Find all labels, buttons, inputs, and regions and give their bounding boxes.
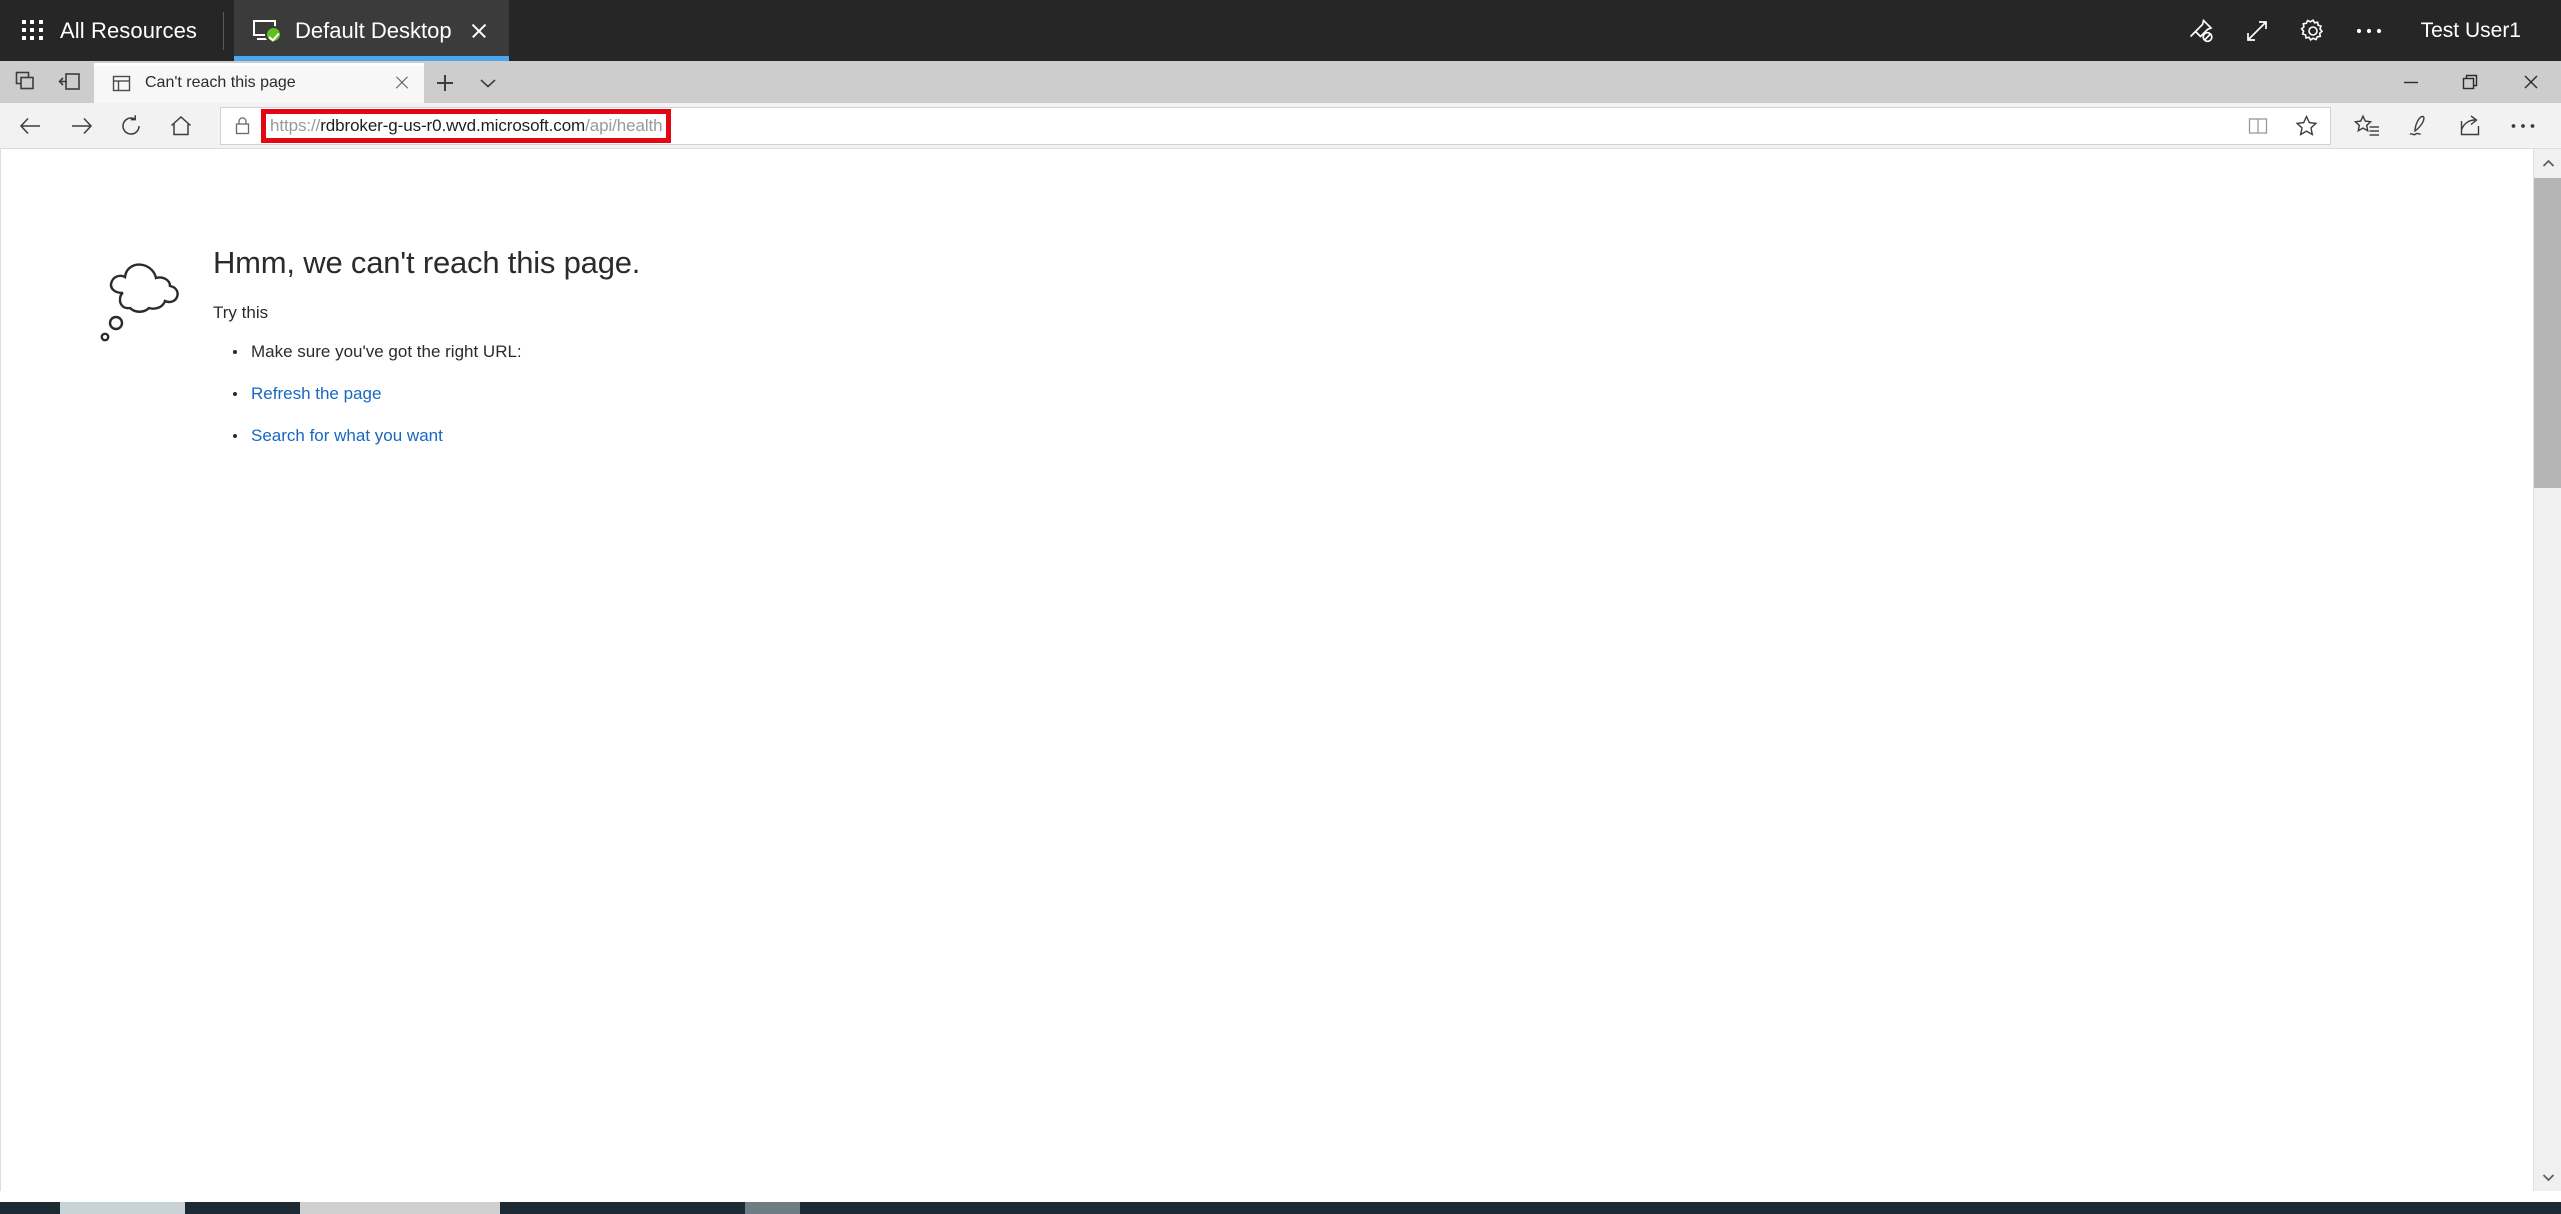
taskbar-segment — [745, 1202, 800, 1214]
back-button[interactable] — [6, 105, 56, 147]
titlebar-spacer — [509, 0, 2173, 61]
error-page: Hmm, we can't reach this page. Try this … — [1, 149, 2561, 467]
remote-taskbar-sliver — [0, 1202, 2561, 1214]
list-item: Make sure you've got the right URL: — [233, 341, 640, 363]
scrollbar-thumb[interactable] — [2534, 178, 2561, 488]
gear-icon[interactable] — [2285, 0, 2341, 61]
chevron-down-icon[interactable] — [466, 63, 510, 103]
new-tab-button[interactable] — [424, 63, 466, 103]
all-resources-button[interactable]: All Resources — [0, 0, 223, 61]
tabs-set-aside-icon[interactable] — [50, 64, 90, 100]
restore-button[interactable] — [2441, 61, 2501, 103]
rdp-titlebar-actions: Test User1 — [2173, 0, 2561, 61]
browser-tab-close-icon[interactable] — [386, 67, 418, 99]
suggestion-text: Make sure you've got the right URL: — [251, 342, 522, 361]
share-icon[interactable] — [2445, 105, 2497, 147]
list-item: Search for what you want — [233, 425, 640, 447]
close-window-button[interactable] — [2501, 61, 2561, 103]
refresh-the-page-link[interactable]: Refresh the page — [251, 384, 381, 403]
fullscreen-expand-icon[interactable] — [2229, 0, 2285, 61]
page-vertical-scrollbar[interactable] — [2533, 149, 2561, 1191]
scroll-down-arrow-icon[interactable] — [2534, 1163, 2561, 1191]
address-bar[interactable]: https://rdbroker-g-us-r0.wvd.microsoft.c… — [220, 106, 2331, 145]
unpin-icon[interactable] — [2173, 0, 2229, 61]
lock-icon — [221, 108, 263, 144]
search-for-what-you-want-link[interactable]: Search for what you want — [251, 426, 443, 445]
web-notes-pen-icon[interactable] — [2393, 105, 2445, 147]
hub-favorites-icon[interactable] — [2341, 105, 2393, 147]
user-account-button[interactable]: Test User1 — [2397, 19, 2539, 43]
grid-apps-icon — [22, 19, 44, 42]
taskbar-segment — [300, 1202, 500, 1214]
error-subheading: Try this — [213, 303, 269, 322]
all-resources-label: All Resources — [60, 17, 198, 43]
url-scheme: https:// — [270, 115, 321, 135]
rdp-client-titlebar: All Resources Default Desktop Test User1 — [0, 0, 2561, 61]
session-tab-close-icon[interactable] — [466, 18, 492, 44]
url-host: rdbroker-g-us-r0.wvd.microsoft.com — [320, 115, 586, 135]
titlebar-divider — [223, 11, 225, 50]
browser-toolbar: https://rdbroker-g-us-r0.wvd.microsoft.c… — [0, 103, 2561, 149]
error-title: Hmm, we can't reach this page. — [213, 245, 641, 280]
forward-button[interactable] — [56, 105, 106, 147]
address-bar-inline-buttons — [2234, 108, 2330, 144]
browser-tab-title: Can't reach this page — [145, 74, 296, 91]
url-highlight-box: https://rdbroker-g-us-r0.wvd.microsoft.c… — [261, 108, 672, 143]
edge-browser-window: Can't reach this page https://rdbroker-g… — [0, 61, 2561, 1214]
scrollbar-track[interactable] — [2534, 488, 2561, 1163]
home-button[interactable] — [156, 105, 206, 147]
generic-page-icon — [108, 70, 134, 96]
address-bar-url[interactable]: https://rdbroker-g-us-r0.wvd.microsoft.c… — [270, 115, 663, 136]
browser-tab[interactable]: Can't reach this page — [94, 63, 424, 103]
error-suggestion-list: Make sure you've got the right URL: Refr… — [213, 341, 640, 447]
toolbar-right-buttons — [2341, 105, 2555, 147]
favorite-star-icon[interactable] — [2282, 108, 2330, 144]
browser-tabstrip: Can't reach this page — [0, 61, 2561, 103]
set-tabs-aside-icon[interactable] — [6, 64, 46, 100]
reading-view-icon[interactable] — [2234, 108, 2282, 144]
taskbar-segment — [60, 1202, 185, 1214]
session-tab-label: Default Desktop — [295, 17, 452, 43]
session-tab-default-desktop[interactable]: Default Desktop — [234, 0, 509, 61]
scroll-up-arrow-icon[interactable] — [2534, 149, 2561, 177]
list-item: Refresh the page — [233, 383, 640, 405]
url-path: /api/health — [585, 115, 663, 135]
window-controls — [2381, 61, 2561, 103]
tabstrip-left-buttons — [0, 61, 90, 103]
more-ellipsis-icon[interactable] — [2341, 0, 2397, 61]
refresh-button[interactable] — [106, 105, 156, 147]
settings-ellipsis-icon[interactable] — [2497, 105, 2549, 147]
monitor-connected-icon — [253, 19, 283, 43]
page-content-area: Hmm, we can't reach this page. Try this … — [0, 149, 2561, 1191]
error-body: Hmm, we can't reach this page. Try this … — [203, 245, 640, 467]
thought-cloud-icon — [99, 245, 203, 360]
minimize-button[interactable] — [2381, 61, 2441, 103]
